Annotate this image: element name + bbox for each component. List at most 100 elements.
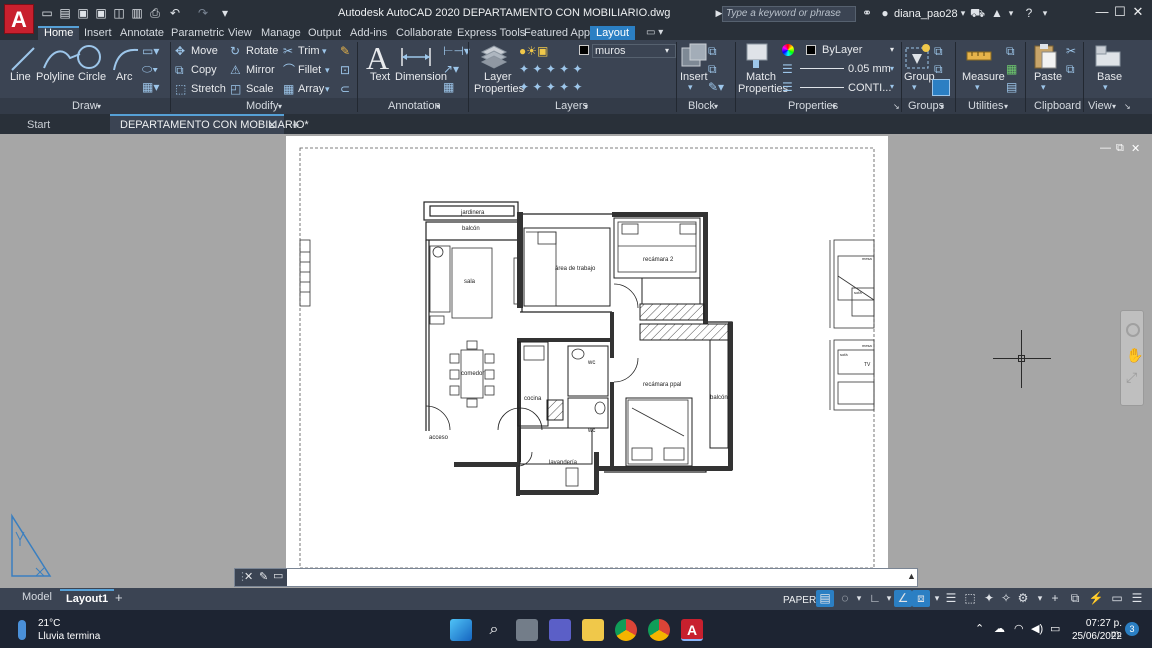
- tab-parametric[interactable]: Parametric: [171, 26, 224, 40]
- weather-description[interactable]: Lluvia termina: [38, 631, 100, 642]
- view-dialog-launcher-icon[interactable]: ↘: [1124, 102, 1131, 111]
- weather-temperature[interactable]: 21°C: [38, 618, 60, 629]
- show-hidden-icons-chevron-icon[interactable]: ⌃: [975, 622, 984, 635]
- floor-plan[interactable]: jardinera balcón sala área de trabajo re…: [286, 136, 888, 568]
- fillet-button[interactable]: Fillet: [298, 64, 321, 76]
- viewport-restore-icon[interactable]: ⧉: [1116, 142, 1124, 155]
- line-button[interactable]: Line: [10, 71, 31, 83]
- hatch-icon[interactable]: ▦▾: [142, 80, 159, 94]
- edit-block-icon[interactable]: ⧉: [708, 62, 717, 76]
- color-dropdown[interactable]: ByLayer ▾: [822, 44, 900, 58]
- fillet-chevron-icon[interactable]: ▾: [325, 63, 330, 77]
- tab-featured-apps[interactable]: Featured Apps: [524, 26, 596, 40]
- utilities-panel-chevron-icon[interactable]: ▾: [1004, 102, 1008, 111]
- add-layout-icon[interactable]: +: [115, 590, 123, 605]
- autocad-taskbar-icon[interactable]: A: [681, 619, 703, 641]
- tab-insert[interactable]: Insert: [84, 26, 112, 40]
- view-panel-chevron-icon[interactable]: ▾: [1112, 102, 1116, 111]
- array-button[interactable]: Array: [298, 83, 324, 95]
- maximize-icon[interactable]: ☐: [1112, 4, 1128, 20]
- chrome-icon[interactable]: [615, 619, 637, 641]
- match-properties-label-2[interactable]: Properties: [738, 83, 788, 95]
- rectangle-icon[interactable]: ▭▾: [142, 44, 159, 58]
- create-block-icon[interactable]: ⧉: [708, 44, 717, 58]
- polyline-button[interactable]: Polyline: [36, 71, 75, 83]
- group-edit-icon[interactable]: ⧉: [934, 62, 943, 76]
- command-line[interactable]: ⋮ ✕ ✎ ▭ ▲: [234, 568, 918, 587]
- tab-express-tools[interactable]: Express Tools: [457, 26, 525, 40]
- annotation-panel-label[interactable]: Annotation: [388, 100, 441, 112]
- user-name[interactable]: diana_pao28: [894, 8, 958, 20]
- tab-document[interactable]: DEPARTAMENTO CON MOBILIARIO* ✕: [110, 114, 309, 134]
- utilities-panel-label[interactable]: Utilities: [968, 100, 1003, 112]
- draw-panel-chevron-icon[interactable]: ▾: [97, 102, 101, 111]
- quick-select-icon[interactable]: ⧉: [1006, 44, 1015, 58]
- linetype-dropdown[interactable]: CONTI...: [848, 82, 891, 94]
- array-chevron-icon[interactable]: ▾: [325, 82, 330, 96]
- linetype-chevron-icon[interactable]: ▾: [890, 80, 894, 94]
- tab-start[interactable]: Start: [27, 119, 50, 131]
- groups-panel-label[interactable]: Groups: [908, 100, 944, 112]
- clipboard-panel-label[interactable]: Clipboard: [1034, 100, 1081, 112]
- modify-panel-chevron-icon[interactable]: ▾: [278, 102, 282, 111]
- base-button[interactable]: Base: [1097, 71, 1122, 83]
- web-mobile-icon[interactable]: ◫: [112, 6, 126, 20]
- ungroup-icon[interactable]: ⧉: [934, 44, 943, 58]
- navigation-bar[interactable]: ✋ ⤢: [1120, 310, 1144, 406]
- paste-chevron-icon[interactable]: ▾: [1041, 80, 1046, 94]
- autocad-logo[interactable]: A: [4, 4, 34, 34]
- measure-button[interactable]: Measure: [962, 71, 1005, 83]
- group-selection-toggle[interactable]: [932, 79, 950, 96]
- ribbon-toggle-icon[interactable]: ▭ ▾: [646, 26, 663, 40]
- insert-chevron-icon[interactable]: ▾: [688, 80, 693, 94]
- polar-tracking-icon[interactable]: ∠: [894, 590, 912, 607]
- block-panel-label[interactable]: Block: [688, 100, 715, 112]
- table-icon[interactable]: ▦: [443, 80, 454, 94]
- battery-icon[interactable]: ▭: [1050, 622, 1060, 635]
- undo-icon[interactable]: ↶: [168, 6, 182, 20]
- isolate-objects-icon[interactable]: ⧉: [1066, 590, 1084, 607]
- tab-collaborate[interactable]: Collaborate: [396, 26, 452, 40]
- task-view-icon[interactable]: [516, 619, 538, 641]
- minimize-icon[interactable]: —: [1094, 4, 1110, 20]
- chrome-profile-icon[interactable]: [648, 619, 670, 641]
- trim-button[interactable]: Trim: [298, 45, 320, 57]
- layers-panel-chevron-icon[interactable]: ▾: [584, 102, 588, 111]
- annotation-panel-chevron-icon[interactable]: ▾: [436, 102, 440, 111]
- copy-button[interactable]: Copy: [191, 64, 217, 76]
- onedrive-cloud-icon[interactable]: ☁: [994, 622, 1005, 635]
- viewport-minimize-icon[interactable]: —: [1100, 142, 1111, 154]
- tab-layout1[interactable]: Layout1: [60, 589, 115, 607]
- close-icon[interactable]: ✕: [244, 570, 253, 583]
- layer-dropdown[interactable]: muros ▾: [592, 44, 676, 58]
- command-history-icon[interactable]: ▲: [907, 571, 916, 581]
- a360-icon[interactable]: ▲: [990, 6, 1004, 20]
- grid-icon[interactable]: ▤: [816, 590, 834, 607]
- linear-dim-icon[interactable]: ⊢⊣▾: [443, 44, 470, 58]
- arc-button[interactable]: Arc: [116, 71, 133, 83]
- save-as-icon[interactable]: ▣: [94, 6, 108, 20]
- annotation-visibility-icon[interactable]: ✧: [997, 590, 1015, 607]
- tab-manage[interactable]: Manage: [261, 26, 301, 40]
- weather-thermometer-icon[interactable]: [18, 620, 26, 640]
- paste-button[interactable]: Paste: [1034, 71, 1062, 83]
- group-button[interactable]: Group: [904, 71, 935, 83]
- command-prompt-icon[interactable]: ▭: [273, 569, 283, 582]
- hardware-acceleration-icon[interactable]: ⚡: [1087, 590, 1105, 607]
- mirror-button[interactable]: Mirror: [246, 64, 275, 76]
- selection-cycling-icon[interactable]: ⬚: [961, 590, 979, 607]
- move-button[interactable]: Move: [191, 45, 218, 57]
- tab-add-ins[interactable]: Add-ins: [350, 26, 387, 40]
- ellipse-icon[interactable]: ⬭▾: [142, 62, 158, 76]
- layer-properties-label-2[interactable]: Properties: [474, 83, 524, 95]
- tab-view[interactable]: View: [228, 26, 252, 40]
- new-file-icon[interactable]: ▭: [40, 6, 54, 20]
- volume-icon[interactable]: ◀): [1031, 622, 1043, 635]
- match-properties-label-1[interactable]: Match: [746, 71, 776, 83]
- cart-icon[interactable]: ⛟: [970, 6, 985, 20]
- circle-button[interactable]: Circle: [78, 71, 106, 83]
- annotation-scale-icon[interactable]: ✦: [980, 590, 998, 607]
- search-icon[interactable]: ⌕: [483, 619, 505, 641]
- paper-space-toggle[interactable]: PAPER: [783, 593, 816, 608]
- lineweight-dropdown[interactable]: 0.05 mm: [848, 63, 891, 75]
